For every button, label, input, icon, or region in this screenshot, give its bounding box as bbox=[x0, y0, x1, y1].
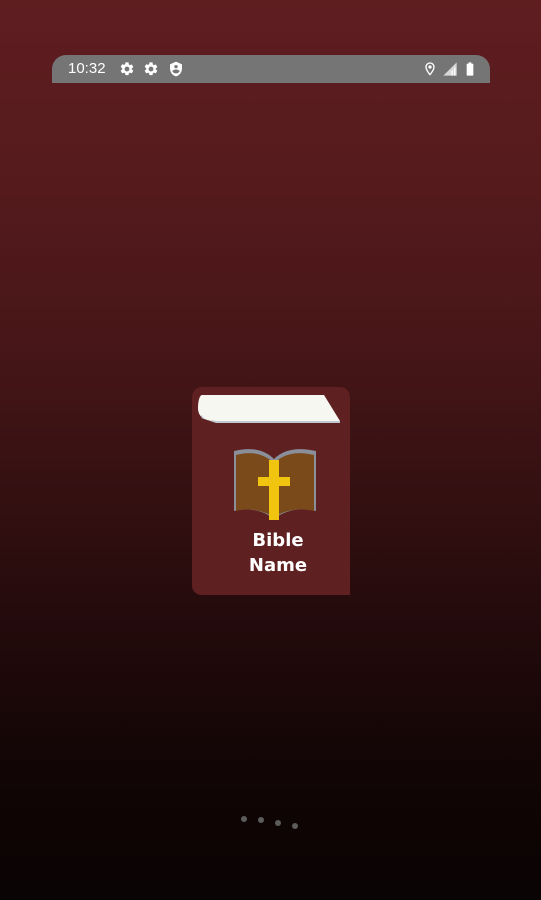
location-icon bbox=[425, 62, 435, 76]
loading-dot bbox=[258, 817, 264, 823]
app-logo: Bible Name bbox=[190, 387, 352, 597]
battery-icon bbox=[466, 62, 474, 76]
loading-indicator bbox=[236, 810, 306, 834]
status-time: 10:32 bbox=[68, 60, 106, 77]
settings-icon bbox=[120, 62, 134, 76]
signal-icon bbox=[443, 62, 457, 76]
loading-dot bbox=[241, 816, 247, 822]
shield-icon bbox=[170, 61, 182, 77]
logo-title-line-1: Bible bbox=[252, 530, 304, 551]
settings-icon bbox=[144, 62, 158, 76]
loading-dot bbox=[292, 823, 298, 829]
loading-dot bbox=[275, 820, 281, 826]
status-bar: 10:32 bbox=[52, 55, 490, 83]
logo-title-line-2: Name bbox=[248, 555, 308, 576]
